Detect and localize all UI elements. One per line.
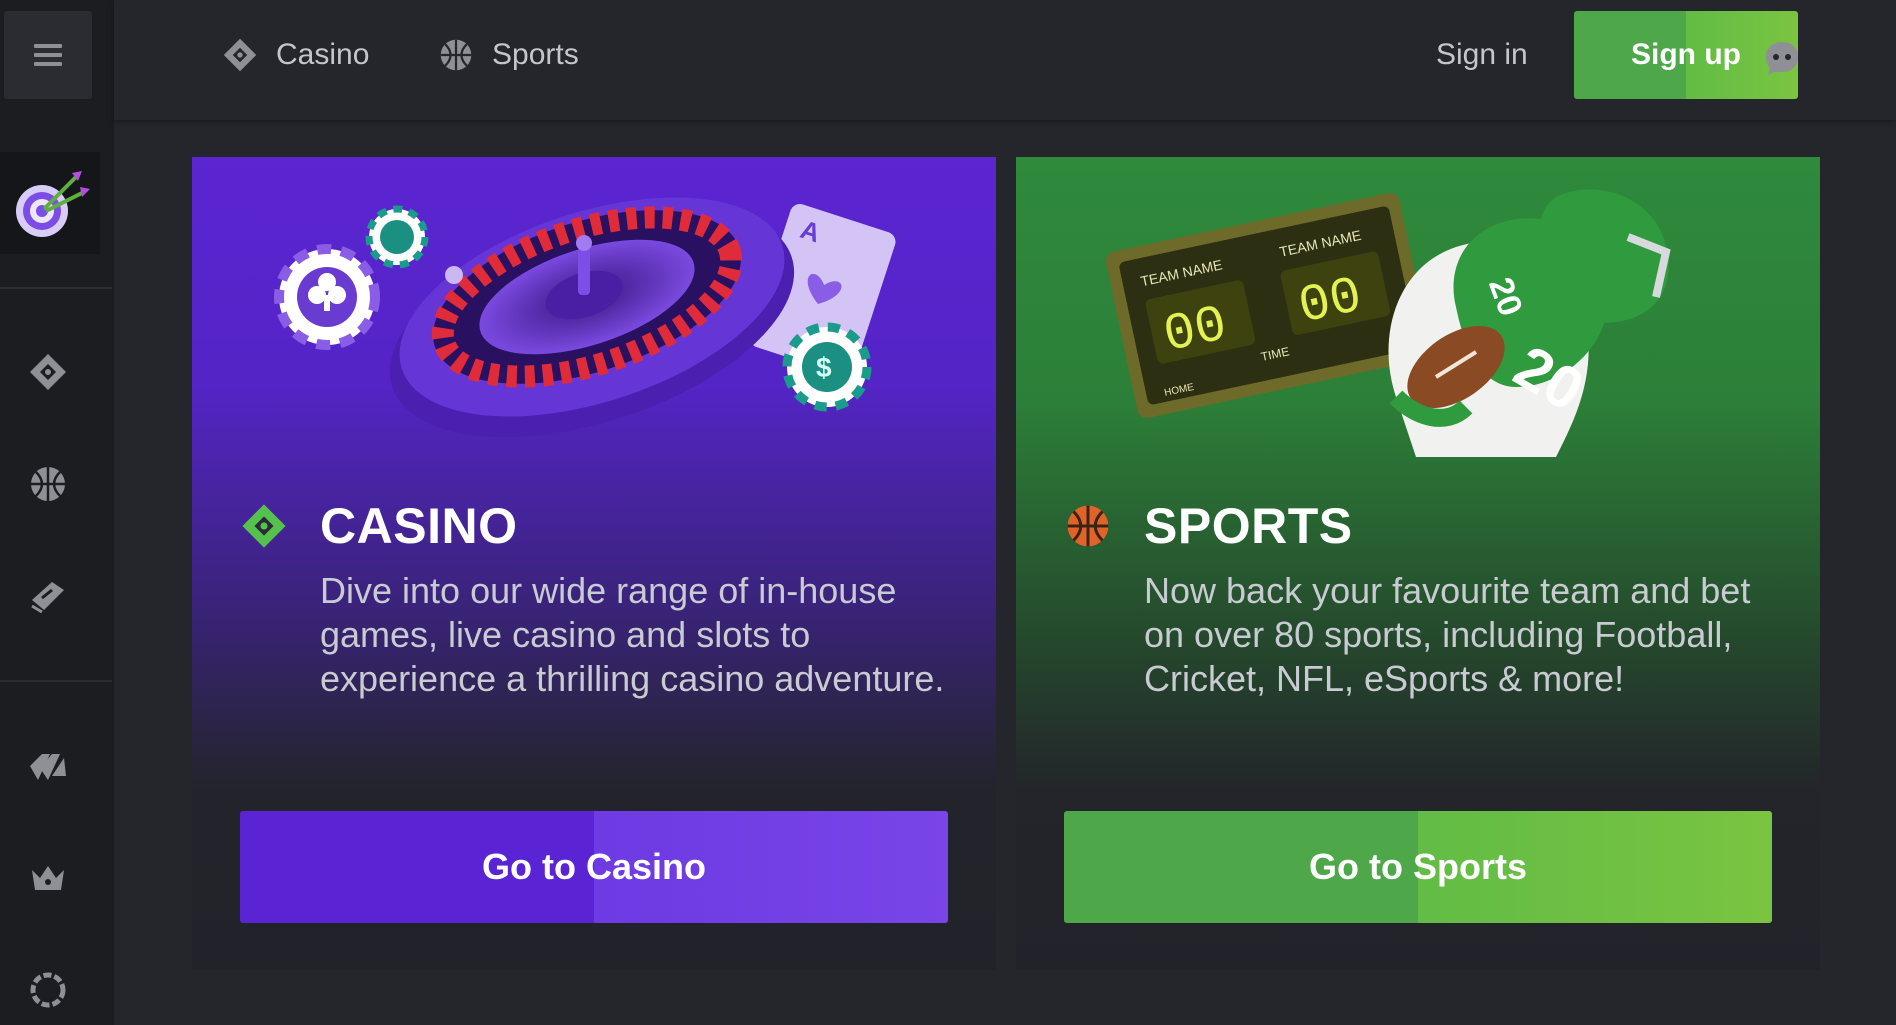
sports-illustration: TEAM NAME TEAM NAME 00 00 TIME HOME 20 2… — [1105, 189, 1671, 457]
sidebar-item-sports[interactable] — [20, 456, 76, 512]
nav-sports-link[interactable]: Sports — [438, 30, 579, 80]
sports-card-description: Now back your favourite team and bet on … — [1144, 570, 1751, 699]
go-to-sports-button[interactable]: Go to Sports — [1064, 811, 1772, 923]
casino-icon — [242, 504, 286, 548]
casino-card-title: CASINO — [320, 498, 518, 554]
svg-text:$: $ — [816, 352, 832, 383]
casino-card: A $ CASINO Dive into our wide range of i… — [192, 157, 996, 970]
sign-in-link[interactable]: Sign in — [1436, 30, 1528, 80]
sports-icon — [31, 467, 65, 501]
basketball-icon — [1067, 505, 1109, 547]
sidebar-item-vip[interactable] — [20, 850, 76, 906]
sidebar-divider — [0, 287, 112, 289]
top-header: Casino Sports Sign in Sign up — [114, 0, 1896, 120]
nav-casino-link[interactable]: Casino — [222, 30, 369, 80]
sports-card: TEAM NAME TEAM NAME 00 00 TIME HOME 20 2… — [1016, 157, 1820, 970]
app-root: Casino Sports Sign in Sign up A $ CASINO… — [0, 0, 1896, 1025]
settings-icon — [30, 972, 66, 1008]
sidebar — [0, 0, 114, 1025]
sidebar-item-promotions[interactable] — [20, 738, 76, 794]
casino-card-heading: CASINO — [240, 497, 517, 555]
dartboard-icon — [16, 171, 90, 237]
chat-button[interactable] — [1754, 30, 1810, 86]
casino-illustration: A $ — [274, 197, 896, 438]
nav-casino-label: Casino — [276, 38, 370, 71]
sports-icon — [440, 39, 472, 71]
menu-button[interactable] — [4, 11, 92, 99]
promo-tile[interactable] — [0, 152, 100, 254]
go-to-casino-button[interactable]: Go to Casino — [240, 811, 948, 923]
vip-crown-icon — [32, 866, 64, 890]
sidebar-divider — [0, 680, 112, 682]
promotions-icon — [30, 754, 66, 780]
sports-card-title: SPORTS — [1144, 498, 1353, 554]
sidebar-item-tickets[interactable] — [20, 568, 76, 624]
chat-icon — [1766, 42, 1798, 75]
sports-card-heading: SPORTS — [1064, 497, 1353, 555]
casino-card-description: Dive into our wide range of in-house gam… — [320, 570, 945, 699]
nav-sports-label: Sports — [492, 38, 579, 71]
casino-icon — [223, 38, 257, 72]
sidebar-item-casino[interactable] — [20, 344, 76, 400]
hamburger-icon — [34, 44, 62, 66]
sidebar-item-settings[interactable] — [20, 962, 76, 1018]
ticket-icon — [31, 582, 64, 614]
casino-icon — [30, 354, 66, 390]
